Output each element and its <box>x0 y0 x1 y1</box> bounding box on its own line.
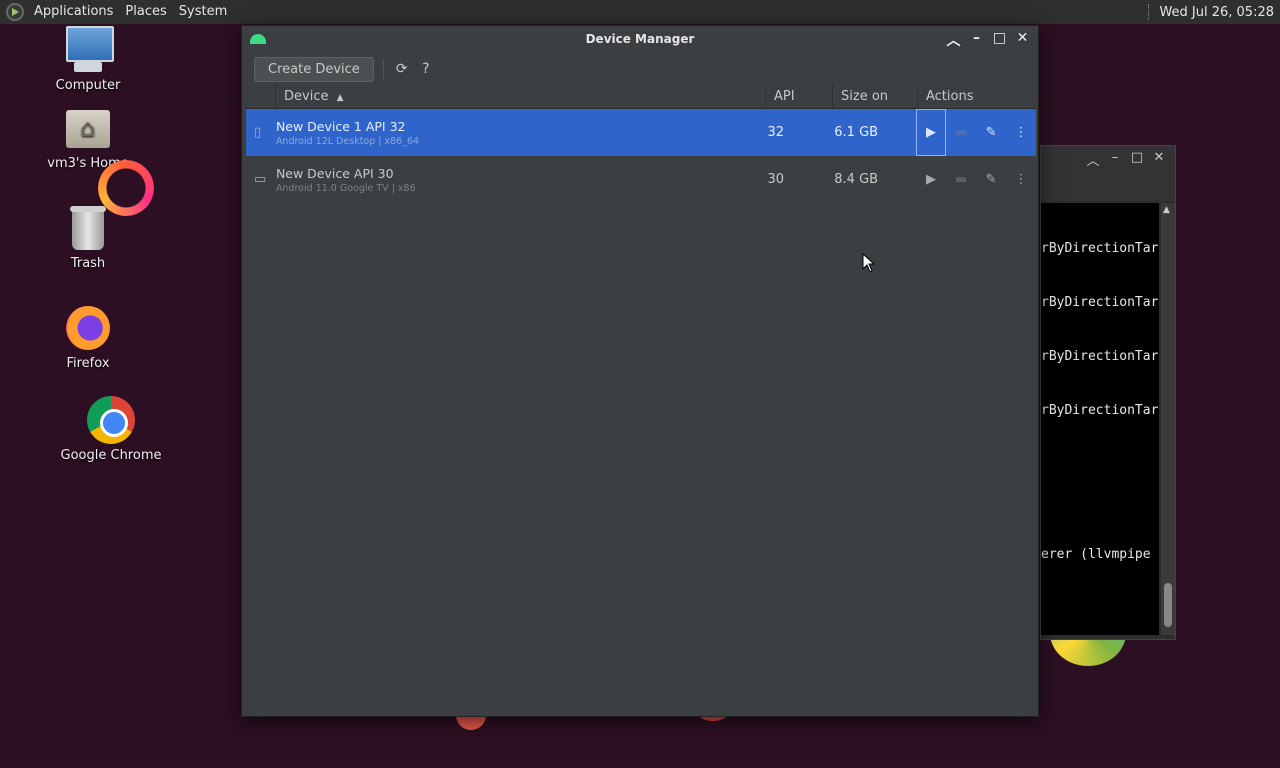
firefox-icon <box>64 304 112 352</box>
window-titlebar[interactable]: Device Manager ︿ – □ ✕ <box>242 26 1038 54</box>
places-menu[interactable]: Places <box>119 0 172 24</box>
device-manager-window[interactable]: Device Manager ︿ – □ ✕ Create Device ⟳ ?… <box>241 25 1039 717</box>
minimize-icon[interactable]: – <box>1107 150 1123 165</box>
terminal-output[interactable]: rByDirectionTar rByDirectionTar rByDirec… <box>1041 203 1159 635</box>
help-icon[interactable]: ? <box>416 61 436 77</box>
size-cell: 8.4 GB <box>834 172 879 187</box>
terminal-line: rByDirectionTar <box>1041 349 1159 364</box>
edit-pencil-icon[interactable]: ✎ <box>976 156 1006 203</box>
api-cell: 32 <box>767 125 784 140</box>
desktop-icon-label: Firefox <box>66 356 110 371</box>
api-cell: 30 <box>767 172 784 187</box>
device-cell: New Device 1 API 32 Android 12L Desktop … <box>276 119 765 147</box>
panel-separator <box>1148 4 1150 20</box>
clock[interactable]: Wed Jul 26, 05:28 <box>1159 5 1280 20</box>
window-controls: ︿ – □ ✕ <box>946 30 1030 50</box>
column-header-size[interactable]: Size on Disk <box>833 84 918 129</box>
desktop-icon-label: Computer <box>55 78 121 93</box>
top-panel: Applications Places System Wed Jul 26, 0… <box>0 0 1280 24</box>
actions-cell: ▶ ▬ ✎ ⋮ <box>916 109 1036 156</box>
distro-logo-icon[interactable] <box>6 3 24 21</box>
size-cell: 6.1 GB <box>834 125 879 140</box>
chrome-icon <box>87 396 135 444</box>
folder-icon[interactable]: ▬ <box>946 156 976 203</box>
system-menu[interactable]: System <box>173 0 233 24</box>
terminal-scrollbar[interactable]: ▲ <box>1161 203 1175 635</box>
desktop-icon-computer[interactable]: Computer <box>28 26 148 93</box>
desktop-icon-firefox[interactable]: Firefox <box>28 304 148 371</box>
chevron-up-icon[interactable]: ︿ <box>1085 150 1101 169</box>
scroll-up-icon[interactable]: ▲ <box>1163 205 1170 215</box>
create-device-button[interactable]: Create Device <box>254 56 374 82</box>
phone-device-icon: ▯ <box>254 125 262 140</box>
device-name: New Device API 30 <box>275 165 394 181</box>
home-folder-icon <box>64 104 112 152</box>
terminal-line: erer (llvmpipe <box>1041 547 1151 562</box>
play-icon[interactable]: ▶ <box>916 156 946 203</box>
loading-ring-icon <box>98 160 154 216</box>
device-cell: New Device API 30 Android 11.0 Google TV… <box>276 166 765 194</box>
terminal-line: rByDirectionTar <box>1041 241 1159 256</box>
actions-cell: ▶ ▬ ✎ ⋮ <box>916 156 1036 203</box>
applications-menu[interactable]: Applications <box>28 0 119 24</box>
maximize-icon[interactable]: □ <box>992 30 1007 50</box>
panel-menu: Applications Places System <box>0 0 233 24</box>
refresh-icon[interactable]: ⟳ <box>392 61 412 77</box>
window-title: Device Manager <box>585 32 695 46</box>
more-vertical-icon[interactable]: ⋮ <box>1006 156 1036 203</box>
column-header-type <box>246 84 276 108</box>
device-name: New Device 1 API 32 <box>275 118 406 134</box>
edit-pencil-icon[interactable]: ✎ <box>976 109 1006 156</box>
desktop-icon-label: Google Chrome <box>60 448 162 463</box>
column-header-device[interactable]: Device ▲ <box>276 84 766 108</box>
trash-icon <box>64 204 112 252</box>
terminal-window[interactable]: ︿ – □ ✕ rByDirectionTar rByDirectionTar … <box>1040 145 1176 640</box>
scrollbar-thumb[interactable] <box>1164 583 1172 627</box>
column-header-api[interactable]: API <box>766 84 833 108</box>
close-icon[interactable]: ✕ <box>1151 150 1167 165</box>
table-header: Device ▲ API Size on Disk Actions <box>246 84 1036 129</box>
table-row[interactable]: ▯ New Device 1 API 32 Android 12L Deskto… <box>246 109 1036 156</box>
column-label: Device <box>284 89 329 104</box>
desktop-icon-chrome[interactable]: Google Chrome <box>51 396 171 463</box>
minimize-icon[interactable]: – <box>969 30 984 50</box>
toolbar: Create Device ⟳ ? <box>242 54 1038 84</box>
computer-icon <box>64 26 114 74</box>
play-icon[interactable]: ▶ <box>916 109 947 156</box>
terminal-line: rByDirectionTar <box>1041 295 1159 310</box>
terminal-titlebar: ︿ – □ ✕ <box>1041 146 1175 201</box>
tv-device-icon: ▭ <box>254 172 267 187</box>
sort-ascending-icon: ▲ <box>336 93 344 103</box>
column-header-actions: Actions <box>926 89 974 104</box>
terminal-line: rByDirectionTar <box>1041 403 1159 418</box>
mouse-cursor-icon <box>862 253 876 273</box>
device-details: Android 12L Desktop | x86_64 <box>275 135 420 147</box>
device-table: Device ▲ API Size on Disk Actions ▯ New … <box>246 84 1036 203</box>
more-vertical-icon[interactable]: ⋮ <box>1006 109 1036 156</box>
folder-icon[interactable]: ▬ <box>946 109 976 156</box>
toolbar-separator <box>382 59 384 79</box>
desktop-icon-label: Trash <box>70 256 106 271</box>
close-icon[interactable]: ✕ <box>1015 30 1030 50</box>
table-row[interactable]: ▭ New Device API 30 Android 11.0 Google … <box>246 156 1036 203</box>
device-details: Android 11.0 Google TV | x86 <box>275 182 416 194</box>
maximize-icon[interactable]: □ <box>1129 150 1145 165</box>
chevron-up-icon[interactable]: ︿ <box>946 30 961 50</box>
